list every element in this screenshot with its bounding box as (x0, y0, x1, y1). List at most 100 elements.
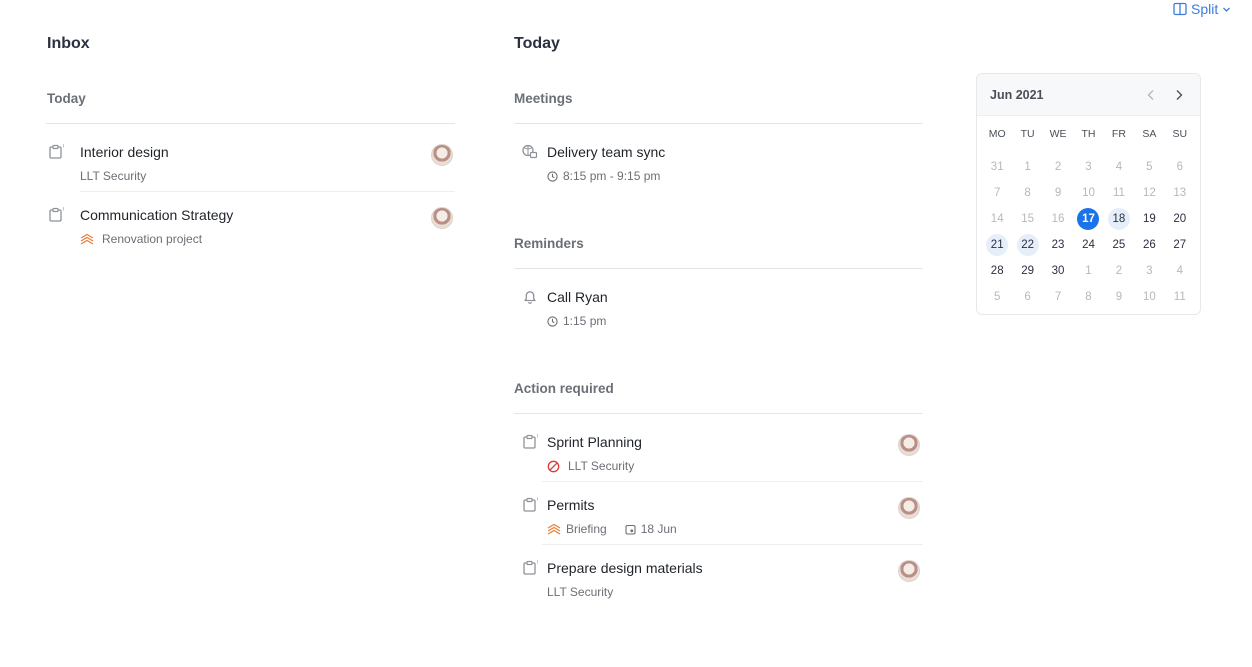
calendar-day[interactable]: 5 (1134, 154, 1164, 180)
task-title: Sprint Planning (547, 434, 642, 450)
meeting-item-delivery-team-sync[interactable]: Delivery team sync 8:15 pm - 9:15 pm (521, 140, 923, 200)
calendar-day-number: 11 (1173, 291, 1186, 303)
calendar-day[interactable]: 26 (1134, 232, 1164, 258)
task-clipboard-icon (49, 144, 64, 159)
calendar-day[interactable]: 1 (1012, 154, 1042, 180)
calendar-day-number: 19 (1142, 213, 1156, 225)
calendar-day-selected[interactable]: 17 (1073, 206, 1103, 232)
calendar-day[interactable]: 2 (1104, 258, 1134, 284)
calendar-day[interactable]: 22 (1012, 232, 1042, 258)
task-project: LLT Security (80, 169, 146, 183)
task-clipboard-icon (523, 560, 538, 575)
reminder-title: Call Ryan (547, 289, 608, 305)
task-clipboard-icon (49, 207, 64, 222)
chevron-right-icon (1176, 90, 1183, 100)
reminders-section-title: Reminders (514, 236, 584, 251)
previous-month-button[interactable] (1142, 86, 1160, 104)
calendar-day[interactable]: 11 (1104, 180, 1134, 206)
weekday-label: TU (1020, 128, 1035, 140)
divider (46, 123, 455, 124)
calendar-day-number: 24 (1082, 239, 1095, 251)
task-project: LLT Security (547, 585, 613, 599)
calendar-day[interactable]: 6 (1165, 154, 1195, 180)
weekday-label: TH (1081, 128, 1096, 140)
calendar-day-number: 8 (1024, 187, 1031, 199)
task-clipboard-icon (523, 497, 538, 512)
avatar[interactable] (431, 207, 453, 229)
calendar-day[interactable]: 6 (1012, 284, 1042, 310)
due-date-icon (625, 524, 636, 535)
calendar-day[interactable]: 31 (982, 154, 1012, 180)
calendar-day-number: 10 (1142, 291, 1156, 303)
calendar-day[interactable]: 18 (1104, 206, 1134, 232)
avatar[interactable] (898, 560, 920, 582)
project-label: LLT Security (80, 169, 147, 183)
calendar-day[interactable]: 14 (982, 206, 1012, 232)
calendar-day[interactable]: 21 (982, 232, 1012, 258)
split-view-button[interactable]: Split (1173, 0, 1231, 18)
calendar-day-number: 4 (1176, 265, 1183, 277)
task-project: Renovation project (80, 232, 202, 246)
high-priority-icon (80, 233, 94, 245)
calendar-day[interactable]: 29 (1012, 258, 1042, 284)
calendar-day[interactable]: 13 (1165, 180, 1195, 206)
next-month-button[interactable] (1170, 86, 1188, 104)
weekday-label: FR (1111, 128, 1126, 140)
time-label: 1:15 pm (563, 314, 607, 328)
calendar-day[interactable]: 5 (982, 284, 1012, 310)
calendar-day-number: 1 (1085, 265, 1092, 277)
calendar-day-number: 11 (1112, 187, 1125, 199)
avatar[interactable] (898, 434, 920, 456)
calendar-day[interactable]: 8 (1012, 180, 1042, 206)
calendar-day[interactable]: 3 (1073, 154, 1103, 180)
calendar-day[interactable]: 9 (1043, 180, 1073, 206)
project-label: LLT Security (547, 585, 614, 599)
calendar-day[interactable]: 1 (1073, 258, 1103, 284)
calendar-day[interactable]: 7 (982, 180, 1012, 206)
calendar-day[interactable]: 3 (1134, 258, 1164, 284)
calendar-day[interactable]: 10 (1134, 284, 1164, 310)
today-title: Today (514, 35, 560, 52)
calendar-day[interactable]: 12 (1134, 180, 1164, 206)
calendar-day[interactable]: 19 (1134, 206, 1164, 232)
weekday-label: SA (1142, 128, 1157, 140)
calendar-day-number: 12 (1142, 187, 1156, 199)
calendar-day[interactable]: 4 (1165, 258, 1195, 284)
calendar-days: 31 1 2 3 4 5 6 7 8 9 10 11 12 13 14 15 16 17 18 19 20 21 22 23 2… (982, 154, 1195, 310)
calendar-day[interactable]: 11 (1165, 284, 1195, 310)
calendar-day[interactable]: 7 (1043, 284, 1073, 310)
calendar-day[interactable]: 16 (1043, 206, 1073, 232)
calendar-day-number: 26 (1142, 239, 1156, 251)
calendar-day[interactable]: 4 (1104, 154, 1134, 180)
calendar-day[interactable]: 2 (1043, 154, 1073, 180)
avatar[interactable] (431, 144, 453, 166)
action-item-prepare-design-materials[interactable]: Prepare design materials LLT Security (514, 556, 923, 616)
inbox-item-communication-strategy[interactable]: Communication Strategy Renovation projec… (47, 203, 455, 263)
calendar-day-number: 7 (1054, 291, 1062, 303)
calendar-day-number: 6 (1176, 161, 1183, 173)
calendar-day-number: 4 (1115, 161, 1123, 173)
calendar-day[interactable]: 10 (1073, 180, 1103, 206)
time-label: 8:15 pm - 9:15 pm (563, 169, 661, 183)
weekday-label: MO (988, 128, 1006, 140)
divider (542, 481, 923, 482)
calendar-day[interactable]: 20 (1165, 206, 1195, 232)
calendar-day[interactable]: 23 (1043, 232, 1073, 258)
task-title: Permits (547, 497, 595, 513)
calendar-day[interactable]: 8 (1073, 284, 1103, 310)
inbox-section-today: Today (47, 91, 86, 106)
calendar-day[interactable]: 27 (1165, 232, 1195, 258)
task-clipboard-icon (523, 434, 538, 449)
calendar-day[interactable]: 28 (982, 258, 1012, 284)
calendar-day[interactable]: 30 (1043, 258, 1073, 284)
avatar[interactable] (898, 497, 920, 519)
blocked-icon (547, 460, 560, 472)
bell-icon (524, 291, 536, 304)
calendar-day[interactable]: 25 (1104, 232, 1134, 258)
calendar-day[interactable]: 24 (1073, 232, 1103, 258)
calendar-day[interactable]: 9 (1104, 284, 1134, 310)
inbox-title: Inbox (47, 35, 90, 52)
project-label: LLT Security (568, 459, 635, 473)
calendar-day[interactable]: 15 (1012, 206, 1042, 232)
reminder-item-call-ryan[interactable]: Call Ryan 1:15 pm (521, 285, 923, 345)
